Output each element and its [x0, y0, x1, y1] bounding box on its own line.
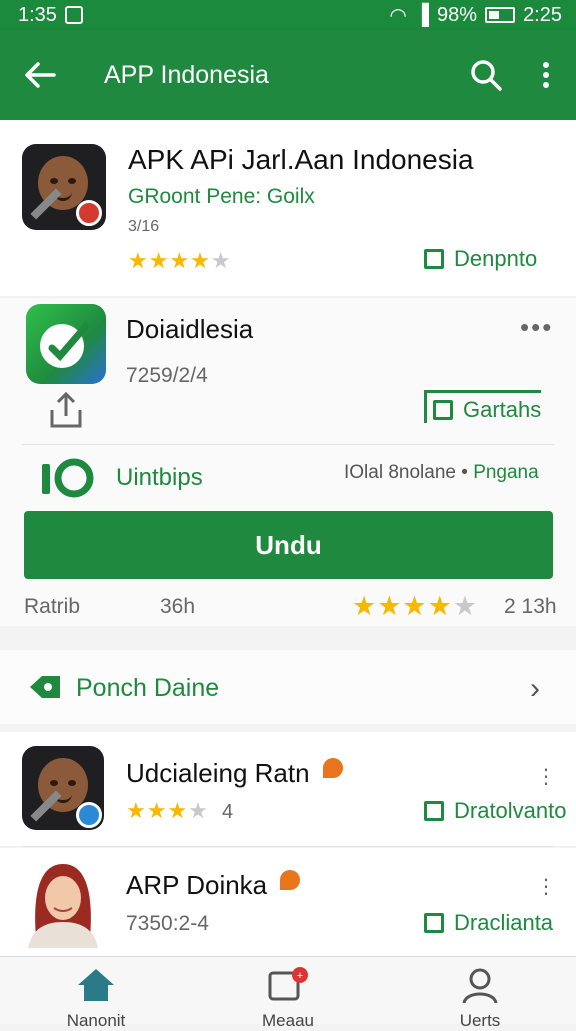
install-button[interactable]: Undu	[24, 511, 553, 579]
nav-item-home[interactable]: Nanonit	[0, 957, 192, 1030]
section-header[interactable]: Ponch Daine ›	[0, 650, 576, 724]
details-button[interactable]: Denpnto	[424, 246, 537, 272]
rating-stars: ★★★★★	[128, 248, 232, 274]
stats-right: 2 13h	[504, 595, 557, 618]
verified-badge-icon	[280, 870, 301, 890]
featured-title: Doiaidlesia	[126, 314, 254, 344]
wifi-icon: ◠	[389, 4, 407, 27]
app-size: 3/16	[128, 218, 160, 235]
badge-icon	[76, 802, 102, 828]
featured-meta-gray: IOlal 8nolane •	[344, 462, 468, 483]
more-vertical-icon[interactable]: ⋮	[536, 764, 558, 789]
app-icon	[22, 144, 106, 230]
more-button[interactable]	[516, 30, 576, 120]
status-time-right: 2:25	[523, 3, 562, 26]
back-button[interactable]	[0, 30, 80, 120]
person-avatar	[22, 858, 104, 948]
checkbox-icon	[424, 801, 444, 821]
home-icon	[76, 967, 116, 1012]
status-time: 1:35	[18, 3, 57, 26]
search-icon	[471, 60, 502, 91]
list-item-action[interactable]: Draclianta	[424, 910, 553, 936]
bottom-nav: Nanonit + Meaau Uerts	[0, 956, 576, 1030]
more-vertical-icon	[543, 62, 549, 88]
nav-label: Uerts	[459, 1011, 501, 1030]
featured-app-icon	[26, 304, 106, 384]
star-empty-icon: ★	[210, 248, 232, 273]
battery-icon	[485, 7, 516, 23]
section-title: Ponch Daine	[76, 674, 220, 702]
download-icon	[433, 400, 453, 420]
list-item-title: Udcialeing Ratn	[126, 758, 343, 789]
app-card-top[interactable]: APK APi Jarl.Aan Indonesia GRoont Pene: …	[0, 120, 576, 296]
app-bar: APP Indonesia	[0, 30, 576, 120]
featured-version: 7259/2/4	[126, 364, 208, 387]
nav-item-user[interactable]: Uerts	[384, 957, 576, 1030]
list-app-icon	[22, 746, 104, 830]
play-logo-icon	[42, 458, 96, 503]
share-button[interactable]	[46, 390, 86, 435]
notifications-icon: +	[266, 967, 310, 1014]
star-icon: ★★★★	[352, 591, 453, 621]
app-developer[interactable]: GRoont Pene: Goilx	[128, 185, 315, 209]
checkbox-icon	[424, 249, 444, 269]
stats-mid: 36h	[160, 595, 196, 618]
chevron-right-icon: ›	[530, 672, 540, 705]
list-item[interactable]: Udcialeing Ratn ⋮ ★★★★ 4 Dratolvanto	[0, 732, 576, 846]
gartahs-button[interactable]: Gartahs	[424, 390, 542, 423]
list-item-title: ARP Doinka	[126, 870, 301, 901]
app-title: APK APi Jarl.Aan Indonesia	[128, 144, 474, 175]
star-icon: ★★★	[126, 798, 189, 823]
nav-label: Meaau	[262, 1011, 314, 1030]
list-item[interactable]: ARP Doinka ⋮ 7350:2-4 Draclianta	[0, 848, 576, 956]
list-item-version: 7350:2-4	[126, 912, 209, 935]
status-bar: 1:35 ◠ ▐ 98% 2:25	[0, 0, 576, 30]
content: APK APi Jarl.Aan Indonesia GRoont Pene: …	[0, 120, 576, 956]
star-half-icon: ★	[452, 591, 479, 621]
battery-percent: 98%	[437, 3, 478, 26]
stats-rating-stars: ★★★★★	[352, 591, 478, 622]
gartahs-label: Gartahs	[463, 397, 542, 422]
star-empty-icon: ★	[188, 798, 209, 823]
image-notification-icon	[64, 6, 83, 24]
nav-item-notifications[interactable]: + Meaau	[192, 957, 384, 1030]
arrow-left-icon	[25, 62, 56, 88]
featured-app-card: Doiaidlesia ••• 7259/2/4 Gartahs Uintbip…	[0, 298, 576, 626]
verified-badge-icon	[322, 758, 343, 778]
search-button[interactable]	[456, 30, 516, 120]
list-item-action[interactable]: Dratolvanto	[424, 798, 567, 824]
page-title: APP Indonesia	[104, 60, 269, 89]
svg-text:+: +	[297, 970, 303, 982]
signal-icon: ▐	[414, 3, 430, 26]
list-item-action-label: Draclianta	[454, 910, 554, 935]
list-item-stars: ★★★★ 4	[126, 798, 234, 824]
chat-check-icon	[40, 322, 90, 368]
share-icon	[50, 391, 82, 428]
tag-icon	[28, 674, 62, 705]
checkbox-icon	[424, 913, 444, 933]
nav-label: Nanonit	[66, 1011, 126, 1030]
star-icon: ★★★★	[128, 248, 211, 273]
details-label: Denpnto	[454, 246, 538, 271]
featured-meta-right: IOlal 8nolane • Pngana	[344, 462, 539, 484]
list-item-title-text: Udcialeing Ratn	[126, 758, 310, 788]
badge-icon	[76, 200, 102, 226]
list-item-count: 4	[222, 801, 235, 823]
featured-meta-green: Pngana	[473, 462, 539, 483]
list-item-title-text: ARP Doinka	[126, 870, 268, 900]
featured-meta-left: Uintbips	[116, 464, 203, 491]
more-horizontal-icon[interactable]: •••	[520, 312, 553, 343]
user-icon	[460, 967, 500, 1014]
more-vertical-icon[interactable]: ⋮	[536, 874, 558, 899]
list-item-action-label: Dratolvanto	[454, 798, 567, 823]
stats-left: Ratrib	[24, 595, 81, 618]
